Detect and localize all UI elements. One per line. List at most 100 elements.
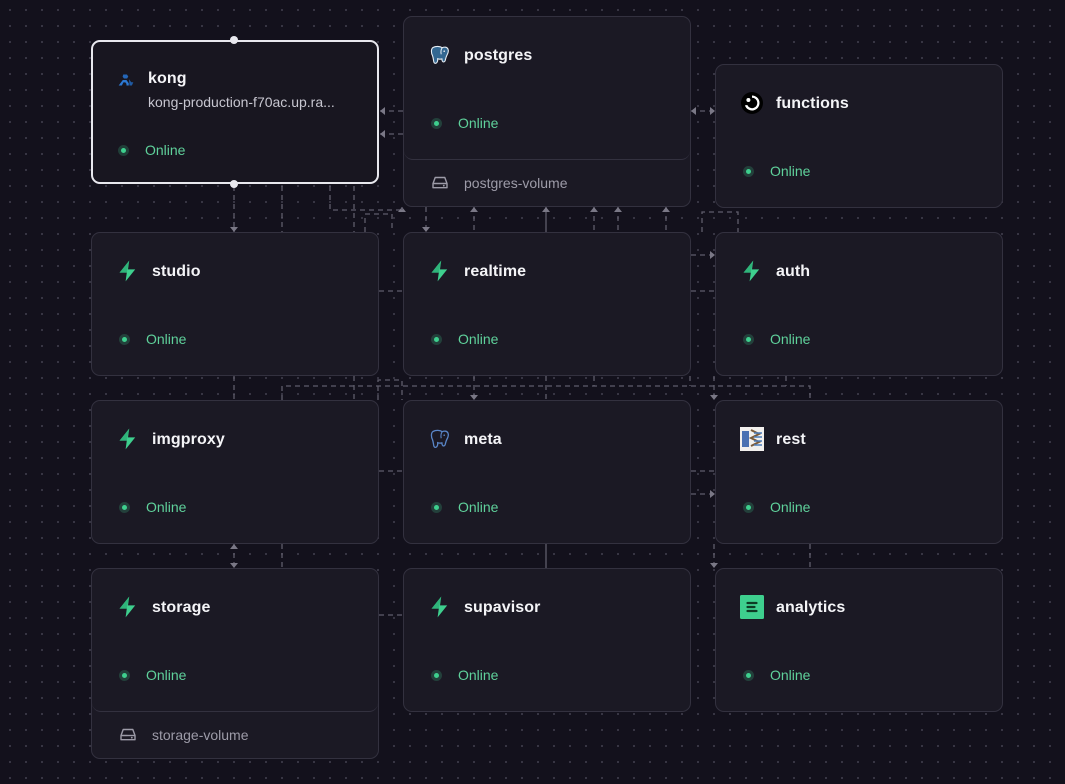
service-card-body[interactable]: meta Online xyxy=(404,401,690,543)
status-indicator: Online xyxy=(434,499,498,515)
supabase-bolt-icon xyxy=(428,595,452,619)
connection-arrowhead xyxy=(470,207,478,212)
service-card-meta[interactable]: meta Online xyxy=(403,400,691,544)
service-name: supavisor xyxy=(464,599,541,616)
status-dot-icon xyxy=(434,672,439,678)
connection-arrowhead xyxy=(230,544,238,549)
status-text: Online xyxy=(458,331,499,347)
status-text: Online xyxy=(770,163,811,179)
connection-line-15 xyxy=(701,211,739,232)
volume-name: postgres-volume xyxy=(464,175,568,191)
service-card-body[interactable]: analytics Online xyxy=(716,569,1002,711)
service-card-analytics[interactable]: analytics Online xyxy=(715,568,1003,712)
connection-handle-top[interactable] xyxy=(230,36,238,44)
status-indicator: Online xyxy=(122,667,186,683)
connection-arrowhead xyxy=(542,207,550,212)
service-card-imgproxy[interactable]: imgproxy Online xyxy=(91,400,379,544)
service-card-body[interactable]: auth Online xyxy=(716,233,1002,375)
status-dot-icon xyxy=(746,336,751,342)
connection-arrowhead xyxy=(398,207,406,212)
supabase-bolt-icon xyxy=(428,259,452,283)
service-card-body[interactable]: functions Online xyxy=(716,65,1002,207)
supabase-bolt-icon xyxy=(116,595,140,619)
service-name: storage xyxy=(152,599,211,616)
connection-arrowhead xyxy=(614,207,622,212)
status-dot-icon xyxy=(746,168,751,174)
status-text: Online xyxy=(145,142,186,158)
service-name: rest xyxy=(776,431,806,448)
status-dot-icon xyxy=(122,504,127,510)
status-indicator: Online xyxy=(746,667,810,683)
service-card-body[interactable]: realtime Online xyxy=(404,233,690,375)
service-card-body[interactable]: rest Online xyxy=(716,401,1002,543)
status-dot-icon xyxy=(434,504,439,510)
status-text: Online xyxy=(458,115,499,131)
status-indicator: Online xyxy=(434,115,498,131)
connection-arrowhead xyxy=(662,207,670,212)
service-card-body[interactable]: imgproxy Online xyxy=(92,401,378,543)
status-dot-icon xyxy=(746,504,751,510)
supabase-bolt-icon xyxy=(116,427,140,451)
service-card-kong[interactable]: kong kong-production-f70ac.up.ra... Online xyxy=(91,40,379,184)
functions-icon xyxy=(740,91,764,115)
service-card-realtime[interactable]: realtime Online xyxy=(403,232,691,376)
service-card-body[interactable]: kong kong-production-f70ac.up.ra... Online xyxy=(93,42,377,182)
service-card-body[interactable]: postgres Online xyxy=(404,17,690,160)
drive-icon xyxy=(120,728,136,742)
status-indicator: Online xyxy=(746,331,810,347)
status-text: Online xyxy=(458,499,499,515)
service-card-postgres[interactable]: postgres Online postgres-volume xyxy=(403,16,691,207)
status-text: Online xyxy=(146,331,187,347)
connection-arrowhead xyxy=(710,395,718,400)
status-text: Online xyxy=(146,499,187,515)
status-text: Online xyxy=(146,667,187,683)
service-name: functions xyxy=(776,95,849,112)
status-dot-icon xyxy=(434,120,439,126)
analytics-icon xyxy=(740,595,764,619)
connection-arrowhead xyxy=(590,207,598,212)
status-dot-icon xyxy=(122,336,127,342)
volume-name: storage-volume xyxy=(152,727,249,743)
connection-line-5 xyxy=(329,186,402,211)
connection-line-22 xyxy=(377,379,403,400)
volume-row[interactable]: postgres-volume xyxy=(404,160,690,206)
project-canvas[interactable]: kong kong-production-f70ac.up.ra... Online… xyxy=(0,0,1065,784)
connection-arrowhead xyxy=(691,107,696,115)
service-card-body[interactable]: supavisor Online xyxy=(404,569,690,711)
status-indicator: Online xyxy=(122,331,186,347)
service-card-functions[interactable]: functions Online xyxy=(715,64,1003,208)
status-dot-icon xyxy=(121,147,126,153)
status-indicator: Online xyxy=(746,499,810,515)
status-indicator: Online xyxy=(434,331,498,347)
connection-arrowhead xyxy=(710,563,718,568)
status-dot-icon xyxy=(122,672,127,678)
service-name: auth xyxy=(776,263,811,280)
volume-row[interactable]: storage-volume xyxy=(92,712,378,758)
service-card-supavisor[interactable]: supavisor Online xyxy=(403,568,691,712)
connection-arrowhead xyxy=(380,107,385,115)
supabase-bolt-icon xyxy=(740,259,764,283)
service-card-auth[interactable]: auth Online xyxy=(715,232,1003,376)
service-name: realtime xyxy=(464,263,527,280)
status-text: Online xyxy=(458,667,499,683)
status-indicator: Online xyxy=(434,667,498,683)
service-card-studio[interactable]: studio Online xyxy=(91,232,379,376)
status-indicator: Online xyxy=(746,163,810,179)
kong-icon xyxy=(115,69,139,93)
service-card-body[interactable]: storage Online xyxy=(92,569,378,712)
status-indicator: Online xyxy=(121,142,185,158)
service-name: analytics xyxy=(776,599,846,616)
service-name: postgres xyxy=(464,47,533,64)
service-card-rest[interactable]: rest Online xyxy=(715,400,1003,544)
status-dot-icon xyxy=(434,336,439,342)
status-text: Online xyxy=(770,331,811,347)
connection-handle-bottom[interactable] xyxy=(230,180,238,188)
postgres-elephant-outline-icon xyxy=(428,427,452,451)
service-card-body[interactable]: studio Online xyxy=(92,233,378,375)
status-dot-icon xyxy=(746,672,751,678)
connection-line-9 xyxy=(364,213,393,232)
service-card-storage[interactable]: storage Online storage-volume xyxy=(91,568,379,759)
status-indicator: Online xyxy=(122,499,186,515)
service-name: meta xyxy=(464,431,502,448)
service-url: kong-production-f70ac.up.ra... xyxy=(148,94,335,110)
